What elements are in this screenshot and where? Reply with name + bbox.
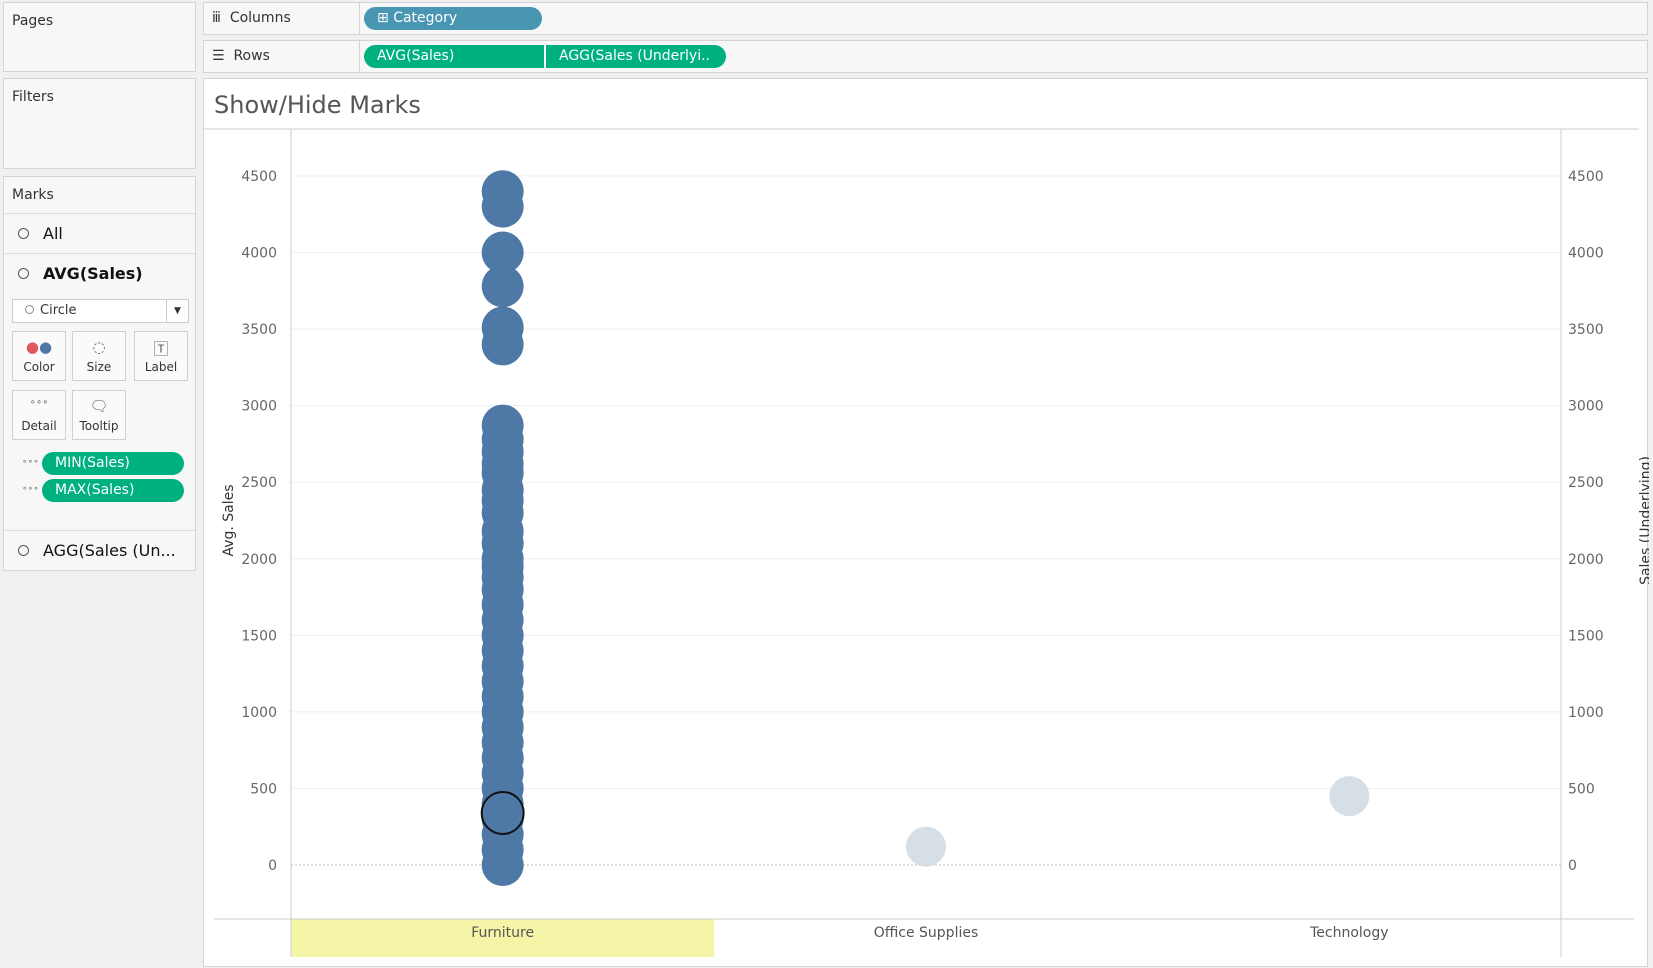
size-icon: ◌: [92, 338, 106, 356]
marks-layer-all[interactable]: All: [4, 213, 195, 253]
y-tick-label: 2500: [241, 475, 277, 491]
expand-icon: ⊞: [377, 10, 394, 26]
button-label: Detail: [21, 419, 57, 433]
y2-axis-title: Sales (Underlying): [1638, 456, 1649, 585]
y2-tick-label: 4000: [1568, 246, 1604, 262]
marks-layer-agg-sales[interactable]: AGG(Sales (Un...: [4, 530, 195, 570]
radio-icon: [18, 545, 29, 556]
rows-shelf[interactable]: ☰ Rows AVG(Sales) AGG(Sales (Underlyi..: [203, 40, 1648, 73]
marks-card: Marks All AVG(Sales) Circle ▼ ●● Color ◌ S…: [3, 176, 196, 571]
y2-tick-label: 500: [1568, 781, 1595, 797]
color-icon: ●●: [25, 338, 53, 356]
label-icon: 🅃: [153, 340, 169, 358]
data-point: [481, 844, 524, 886]
y2-tick-label: 3000: [1568, 399, 1604, 415]
divider: [359, 3, 360, 34]
x-tick-label-furniture: Furniture: [471, 925, 534, 941]
data-point: [481, 185, 524, 228]
mark-type-dropdown[interactable]: Circle ▼: [12, 299, 189, 323]
y2-tick-label: 0: [1568, 858, 1577, 874]
button-label: Size: [86, 360, 112, 374]
columns-label: ⅲ Columns: [212, 10, 291, 26]
rows-text: Rows: [233, 48, 270, 64]
y-tick-label: 500: [250, 781, 277, 797]
x-tick-label-office-supplies: Office Supplies: [874, 925, 979, 941]
label-button[interactable]: 🅃 Label: [134, 331, 188, 381]
pages-title: Pages: [12, 13, 54, 29]
circle-icon: [25, 305, 34, 314]
data-point: [481, 323, 524, 366]
layer-label: AGG(Sales (Un...: [43, 541, 176, 560]
columns-icon: ⅲ: [212, 10, 230, 26]
avg-sales-pill[interactable]: AVG(Sales): [364, 45, 544, 68]
y-tick-label: 1000: [241, 705, 277, 721]
detail-button[interactable]: ∘∘∘ Detail: [12, 390, 66, 440]
y2-tick-label: 1500: [1568, 628, 1604, 644]
selected-data-point: [480, 790, 525, 835]
y-tick-label: 3500: [241, 322, 277, 338]
y-tick-label: 2000: [241, 552, 277, 568]
tooltip-button[interactable]: 🗨 Tooltip: [72, 390, 126, 440]
chevron-down-icon: ▼: [166, 300, 188, 322]
tooltip-icon: 🗨: [89, 397, 109, 415]
y2-tick-label: 2000: [1568, 552, 1604, 568]
divider: [359, 41, 360, 72]
y2-tick-label: 2500: [1568, 475, 1604, 491]
max-sales-pill[interactable]: MAX(Sales): [42, 479, 184, 502]
chart[interactable]: 0 0 500 500 1000 1000 1500 1500 2000 2000 2500 2500…: [204, 79, 1649, 968]
y-tick-label: 4000: [241, 246, 277, 262]
detail-icon: ∘∘∘: [22, 484, 39, 494]
faded-data-point: [1329, 776, 1370, 817]
data-point: [481, 265, 524, 308]
button-label: Tooltip: [79, 419, 119, 433]
y2-tick-label: 4500: [1568, 169, 1604, 185]
filters-title: Filters: [12, 89, 54, 105]
button-label: Color: [23, 360, 55, 374]
worksheet-view: Show/Hide Marks 0 0 500 500 1000 1000 1500 1500…: [203, 78, 1649, 968]
y-tick-label: 3000: [241, 399, 277, 415]
color-button[interactable]: ●● Color: [12, 331, 66, 381]
marks-layer-avg-sales[interactable]: AVG(Sales): [4, 253, 195, 293]
y2-tick-label: 3500: [1568, 322, 1604, 338]
detail-icon: ∘∘∘: [29, 397, 49, 408]
y2-tick-label: 1000: [1568, 705, 1604, 721]
size-button[interactable]: ◌ Size: [72, 331, 126, 381]
faded-data-point: [906, 826, 946, 867]
pill-label: Category: [393, 10, 458, 26]
category-pill[interactable]: ⊞ Category: [364, 7, 542, 30]
y-tick-label: 4500: [241, 169, 277, 185]
layer-label: AVG(Sales): [43, 264, 143, 283]
mark-type-label: Circle: [40, 303, 77, 318]
rows-icon: ☰: [212, 48, 234, 64]
marks-title: Marks: [12, 187, 54, 203]
layer-label: All: [43, 224, 63, 243]
agg-sales-underlying-pill[interactable]: AGG(Sales (Underlyi..: [546, 45, 726, 68]
pages-card: Pages: [3, 2, 196, 72]
min-sales-pill[interactable]: MIN(Sales): [42, 452, 184, 475]
columns-shelf[interactable]: ⅲ Columns ⊞ Category: [203, 2, 1648, 35]
y-tick-label: 0: [268, 858, 277, 874]
radio-icon: [18, 228, 29, 239]
y-axis-title: Avg. Sales: [221, 484, 237, 556]
radio-icon: [18, 268, 29, 279]
y-tick-label: 1500: [241, 628, 277, 644]
columns-text: Columns: [229, 10, 291, 26]
detail-icon: ∘∘∘: [22, 457, 39, 467]
x-tick-label-technology: Technology: [1309, 925, 1388, 941]
filters-card[interactable]: Filters: [3, 78, 196, 169]
rows-label: ☰ Rows: [212, 48, 270, 64]
button-label: Label: [144, 360, 178, 374]
